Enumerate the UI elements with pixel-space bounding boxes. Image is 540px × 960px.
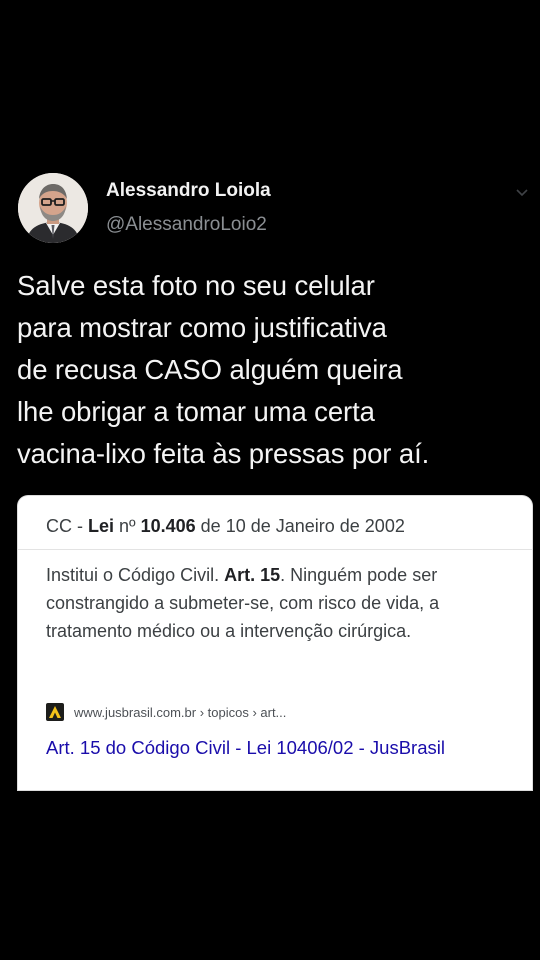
result-title-link[interactable]: Art. 15 do Código Civil - Lei 10406/02 -…: [46, 734, 466, 762]
tweet: Alessandro Loiola @AlessandroLoio2 Salve…: [0, 0, 540, 960]
card-header: CC - Lei nº 10.406 de 10 de Janeiro de 2…: [46, 516, 405, 537]
snippet-article: Art. 15: [224, 565, 281, 585]
user-handle[interactable]: @AlessandroLoio2: [106, 214, 267, 236]
snippet-part-1: Institui o Código Civil.: [46, 565, 225, 585]
divider: [18, 549, 532, 550]
header-n: nº: [114, 516, 141, 536]
avatar-photo: [18, 173, 88, 243]
header-suffix: de 10 de Janeiro de 2002: [195, 516, 405, 536]
avatar[interactable]: [18, 173, 88, 243]
card-snippet: Institui o Código Civil. Art. 15. Ningué…: [46, 561, 516, 645]
header-lei: Lei: [88, 516, 115, 536]
source-row[interactable]: www.jusbrasil.com.br › topicos › art...: [46, 702, 286, 722]
jusbrasil-favicon-icon: [46, 703, 64, 721]
display-name[interactable]: Alessandro Loiola: [106, 180, 271, 202]
search-result-card: CC - Lei nº 10.406 de 10 de Janeiro de 2…: [18, 496, 532, 790]
chevron-down-icon[interactable]: [514, 185, 530, 199]
tweet-text: Salve esta foto no seu celular para most…: [17, 270, 430, 469]
source-url[interactable]: www.jusbrasil.com.br › topicos › art...: [74, 705, 286, 720]
header-number: 10.406: [140, 516, 196, 536]
header-prefix: CC -: [46, 516, 88, 536]
